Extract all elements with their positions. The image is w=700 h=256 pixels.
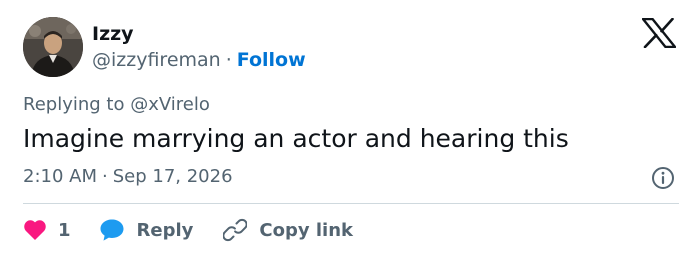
tweet-card: Izzy @izzyfireman · Follow Replying to @xV…: [0, 0, 700, 256]
tweet-actions: 1 Reply Copy link: [23, 215, 353, 245]
tweet-date[interactable]: Sep 17, 2026: [113, 166, 233, 187]
like-button[interactable]: 1: [23, 219, 71, 241]
copy-link-button[interactable]: Copy link: [223, 218, 353, 242]
handle-separator: ·: [225, 49, 232, 71]
timestamp-separator: ·: [102, 166, 108, 187]
copy-link-label: Copy link: [259, 219, 353, 241]
reply-context-prefix: Replying to: [23, 94, 125, 115]
x-logo-icon[interactable]: [641, 17, 677, 49]
tweet-timestamp: 2:10 AM · Sep 17, 2026: [23, 166, 233, 188]
follow-button[interactable]: Follow: [237, 49, 306, 71]
heart-icon: [24, 220, 46, 240]
reply-button[interactable]: Reply: [99, 218, 194, 242]
tweet-time[interactable]: 2:10 AM: [23, 166, 97, 187]
divider: [23, 203, 679, 204]
info-icon[interactable]: [651, 166, 675, 190]
author-avatar[interactable]: [23, 17, 83, 77]
avatar-photo-icon: [23, 17, 83, 77]
speech-bubble-icon: [100, 219, 124, 241]
link-icon: [223, 218, 248, 242]
reply-label: Reply: [136, 219, 194, 241]
tweet-text: Imagine marrying an actor and hearing th…: [23, 124, 569, 153]
author-handle[interactable]: @izzyfireman: [92, 49, 221, 71]
reply-context: Replying to @xVirelo: [23, 94, 210, 116]
like-count: 1: [58, 219, 71, 241]
author-name[interactable]: Izzy: [92, 22, 134, 46]
author-handle-row: @izzyfireman · Follow: [92, 48, 306, 72]
reply-context-mention[interactable]: @xVirelo: [130, 94, 210, 115]
